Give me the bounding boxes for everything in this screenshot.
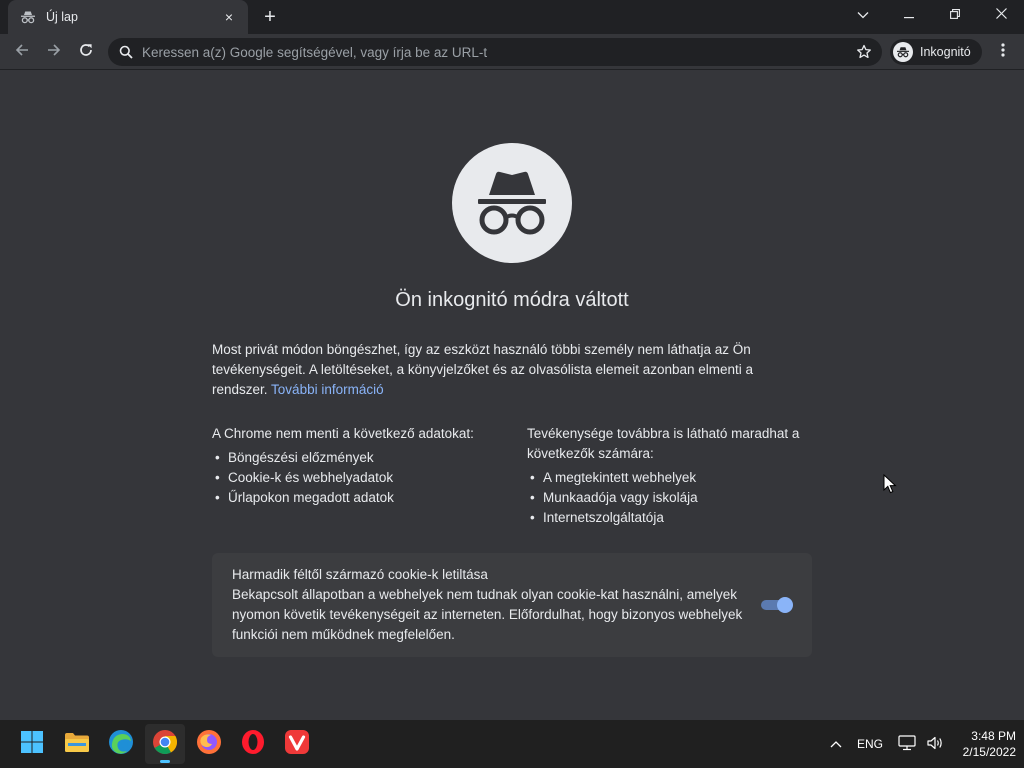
arrow-right-icon (46, 42, 62, 63)
taskbar-file-explorer[interactable] (57, 724, 97, 764)
tab-close-icon[interactable]: × (220, 8, 238, 26)
reload-button[interactable] (72, 38, 100, 66)
list-item: Internetszolgáltatója (527, 508, 817, 528)
not-saved-heading: A Chrome nem menti a következő adatokat: (212, 426, 474, 441)
incognito-profile-button[interactable]: Inkognitó (890, 39, 982, 65)
search-icon (118, 44, 134, 60)
chrome-icon (152, 729, 178, 760)
list-item: Cookie-k és webhelyadatok (212, 468, 512, 488)
clock-date: 2/15/2022 (962, 745, 1016, 759)
more-vert-icon (1001, 42, 1005, 63)
chrome-menu-button[interactable] (990, 38, 1016, 66)
active-app-indicator (160, 760, 170, 763)
title-bar: Új lap × + (0, 0, 1024, 34)
browser-toolbar: Inkognitó (0, 34, 1024, 70)
toggle-knob (777, 597, 793, 613)
learn-more-link[interactable]: További információ (271, 382, 384, 397)
omnibox-input[interactable] (142, 44, 850, 60)
cookie-card-title: Harmadik féltől származó cookie-k letilt… (232, 567, 488, 582)
tab-search-button[interactable] (840, 0, 886, 30)
minimize-icon (904, 6, 914, 24)
incognito-tab-icon (20, 9, 36, 25)
minimize-button[interactable] (886, 0, 932, 30)
edge-icon (108, 729, 134, 760)
close-window-button[interactable] (978, 0, 1024, 30)
restore-button[interactable] (932, 0, 978, 30)
reload-icon (78, 42, 94, 63)
opera-icon (240, 729, 266, 760)
bookmark-star-icon[interactable] (850, 38, 878, 66)
clock[interactable]: 3:48 PM 2/15/2022 (946, 728, 1016, 760)
block-cookies-toggle[interactable] (761, 597, 793, 613)
restore-icon (950, 6, 960, 24)
chevron-up-icon (830, 737, 842, 751)
chevron-down-icon (857, 6, 869, 24)
list-item: A megtekintett webhelyek (527, 468, 817, 488)
list-item: Munkaadója vagy iskolája (527, 488, 817, 508)
show-hidden-icons-button[interactable] (824, 720, 848, 768)
windows-start-icon (20, 730, 44, 759)
cookie-card-description: Bekapcsolt állapotban a webhelyek nem tu… (232, 587, 743, 642)
input-language-button[interactable]: ENG (852, 720, 888, 768)
mouse-cursor-icon (883, 473, 897, 499)
tab-title: Új lap (46, 10, 78, 24)
back-button[interactable] (8, 38, 36, 66)
folder-icon (64, 731, 90, 758)
firefox-icon (196, 729, 222, 760)
network-icon (898, 734, 916, 754)
intro-text: Most privát módon böngészhet, így az esz… (212, 340, 812, 400)
quick-settings-button[interactable] (894, 720, 954, 768)
clock-time: 3:48 PM (971, 729, 1016, 743)
taskbar: ENG 3:48 PM 2/15/2022 (0, 720, 1024, 768)
forward-button[interactable] (40, 38, 68, 66)
incognito-ntp: Ön inkognitó módra váltott Most privát m… (0, 70, 1024, 720)
third-party-cookie-card: Harmadik féltől származó cookie-k letilt… (212, 553, 812, 657)
tab-new-tab[interactable]: Új lap × (8, 0, 248, 34)
vivaldi-icon (284, 729, 310, 760)
incognito-avatar-icon (893, 42, 913, 62)
volume-icon (926, 735, 944, 754)
taskbar-firefox[interactable] (189, 724, 229, 764)
taskbar-vivaldi[interactable] (277, 724, 317, 764)
taskbar-edge[interactable] (101, 724, 141, 764)
taskbar-opera[interactable] (233, 724, 273, 764)
not-saved-list: A Chrome nem menti a következő adatokat:… (212, 424, 512, 508)
still-visible-heading: Tevékenysége továbbra is látható maradha… (527, 426, 800, 461)
arrow-left-icon (14, 42, 30, 63)
omnibox[interactable] (108, 38, 882, 66)
start-button[interactable] (12, 724, 52, 764)
list-item: Űrlapokon megadott adatok (212, 488, 512, 508)
list-item: Böngészési előzmények (212, 448, 512, 468)
close-icon (995, 6, 1007, 24)
incognito-label: Inkognitó (920, 45, 971, 59)
taskbar-chrome[interactable] (145, 724, 185, 764)
page-title: Ön inkognitó módra váltott (395, 289, 629, 311)
new-tab-button[interactable]: + (258, 5, 282, 29)
incognito-hero-icon (452, 143, 572, 263)
still-visible-list: Tevékenysége továbbra is látható maradha… (527, 424, 817, 528)
